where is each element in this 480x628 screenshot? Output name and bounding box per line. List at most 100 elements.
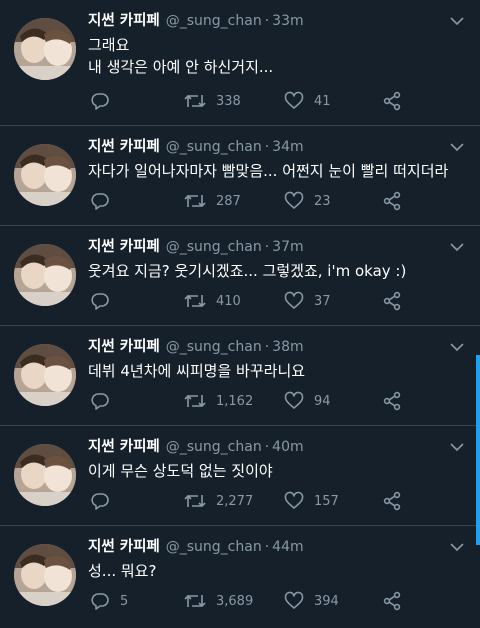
avatar[interactable] [14, 544, 76, 606]
heart-icon [284, 491, 304, 509]
reply-button[interactable] [90, 390, 120, 412]
heart-icon [284, 591, 304, 609]
like-button[interactable]: 41 [284, 90, 331, 112]
avatar[interactable] [14, 144, 76, 206]
display-name[interactable]: 지썬 카피페 [88, 139, 160, 155]
tweet-text-line: 데뷔 4년차에 씨피명을 바꾸라니요 [88, 362, 306, 380]
tweet-text: 자다가 일어나자마자 빰맞음... 어쩐지 눈이 빨리 떠지더라 [88, 160, 468, 182]
tweet[interactable]: 지썬 카피페 @_sung_chan · 44m 성... 뭐요? 5 3,689 3… [0, 526, 480, 628]
display-name[interactable]: 지썬 카피페 [88, 239, 160, 255]
like-button[interactable]: 157 [284, 490, 339, 512]
display-name[interactable]: 지썬 카피페 [88, 13, 160, 29]
tweet-text-line: 웃겨요 지금? 웃기시겠죠... 그렇겠죠, i'm okay :) [88, 262, 407, 280]
chevron-down-icon[interactable] [450, 242, 464, 252]
display-name[interactable]: 지썬 카피페 [88, 339, 160, 355]
tweet[interactable]: 지썬 카피페 @_sung_chan · 38m 데뷔 4년차에 씨피명을 바꾸라니요… [0, 326, 480, 426]
heart-icon [284, 291, 304, 309]
tweet-actions: 1,162 94 [88, 390, 408, 412]
tweet[interactable]: 지썬 카피페 @_sung_chan · 33m 그래요 내 생각은 아예 안 하신거… [0, 0, 480, 126]
reply-button[interactable] [90, 490, 120, 512]
retweet-icon [184, 394, 206, 408]
like-button[interactable]: 23 [284, 190, 331, 212]
share-button[interactable] [382, 390, 402, 412]
retweet-count: 338 [216, 93, 241, 109]
retweet-button[interactable]: 338 [184, 90, 241, 112]
like-count: 394 [314, 593, 339, 609]
retweet-icon [184, 294, 206, 308]
heart-icon [284, 91, 304, 109]
tweet-actions: 5 3,689 394 [88, 590, 408, 612]
tweet-actions: 410 37 [88, 290, 408, 312]
share-button[interactable] [382, 190, 402, 212]
share-icon [383, 191, 401, 211]
retweet-button[interactable]: 410 [184, 290, 241, 312]
chevron-down-icon[interactable] [450, 342, 464, 352]
tweet-text-line: 자다가 일어나자마자 빰맞음... 어쩐지 눈이 빨리 떠지더라 [88, 162, 449, 180]
avatar[interactable] [14, 244, 76, 306]
display-name[interactable]: 지썬 카피페 [88, 539, 160, 555]
like-button[interactable]: 394 [284, 590, 339, 612]
reply-button[interactable] [90, 190, 120, 212]
share-button[interactable] [382, 290, 402, 312]
timestamp[interactable]: 38m [272, 339, 303, 355]
retweet-count: 3,689 [216, 593, 254, 609]
retweet-icon [184, 194, 206, 208]
share-icon [383, 291, 401, 311]
chevron-down-icon[interactable] [450, 442, 464, 452]
retweet-icon [184, 494, 206, 508]
tweet-header: 지썬 카피페 @_sung_chan · 34m [88, 136, 304, 158]
avatar[interactable] [14, 344, 76, 406]
user-handle[interactable]: @_sung_chan [166, 239, 262, 255]
timestamp[interactable]: 33m [272, 13, 303, 29]
share-button[interactable] [382, 590, 402, 612]
share-icon [383, 91, 401, 111]
share-button[interactable] [382, 490, 402, 512]
tweet-header: 지썬 카피페 @_sung_chan · 40m [88, 436, 304, 458]
avatar[interactable] [14, 18, 76, 80]
timestamp[interactable]: 44m [272, 539, 303, 555]
user-handle[interactable]: @_sung_chan [166, 13, 262, 29]
separator-dot: · [264, 239, 270, 255]
like-count: 37 [314, 293, 331, 309]
retweet-button[interactable]: 1,162 [184, 390, 253, 412]
reply-button[interactable] [90, 290, 120, 312]
separator-dot: · [264, 539, 270, 555]
separator-dot: · [264, 139, 270, 155]
chevron-down-icon[interactable] [450, 142, 464, 152]
avatar[interactable] [14, 444, 76, 506]
tweet[interactable]: 지썬 카피페 @_sung_chan · 40m 이게 무슨 상도덕 없는 짓이야 2… [0, 426, 480, 526]
like-button[interactable]: 94 [284, 390, 331, 412]
chevron-down-icon[interactable] [450, 16, 464, 26]
tweet[interactable]: 지썬 카피페 @_sung_chan · 34m 자다가 일어나자마자 빰맞음... … [0, 126, 480, 226]
tweet-actions: 338 41 [88, 90, 408, 112]
tweet[interactable]: 지썬 카피페 @_sung_chan · 37m 웃겨요 지금? 웃기시겠죠... 그… [0, 226, 480, 326]
tweet-text-line: 이게 무슨 상도덕 없는 짓이야 [88, 462, 273, 480]
tweet-header: 지썬 카피페 @_sung_chan · 37m [88, 236, 304, 258]
tweet-header: 지썬 카피페 @_sung_chan · 44m [88, 536, 304, 558]
retweet-button[interactable]: 3,689 [184, 590, 253, 612]
tweet-text-line: 성... 뭐요? [88, 562, 157, 580]
tweet-text-line: 내 생각은 아예 안 하신거지... [88, 58, 274, 76]
timestamp[interactable]: 37m [272, 239, 303, 255]
timestamp[interactable]: 40m [272, 439, 303, 455]
like-button[interactable]: 37 [284, 290, 331, 312]
share-button[interactable] [382, 90, 402, 112]
user-handle[interactable]: @_sung_chan [166, 339, 262, 355]
retweet-count: 1,162 [216, 393, 254, 409]
scrollbar-thumb[interactable] [476, 355, 480, 545]
user-handle[interactable]: @_sung_chan [166, 539, 262, 555]
retweet-icon [184, 594, 206, 608]
reply-button[interactable] [90, 90, 120, 112]
user-handle[interactable]: @_sung_chan [166, 139, 262, 155]
user-handle[interactable]: @_sung_chan [166, 439, 262, 455]
tweet-text: 웃겨요 지금? 웃기시겠죠... 그렇겠죠, i'm okay :) [88, 260, 468, 282]
retweet-button[interactable]: 287 [184, 190, 241, 212]
retweet-button[interactable]: 2,277 [184, 490, 253, 512]
heart-icon [284, 391, 304, 409]
timestamp[interactable]: 34m [272, 139, 303, 155]
chevron-down-icon[interactable] [450, 542, 464, 552]
separator-dot: · [264, 439, 270, 455]
display-name[interactable]: 지썬 카피페 [88, 439, 160, 455]
retweet-icon [184, 94, 206, 108]
reply-button[interactable]: 5 [90, 590, 128, 612]
